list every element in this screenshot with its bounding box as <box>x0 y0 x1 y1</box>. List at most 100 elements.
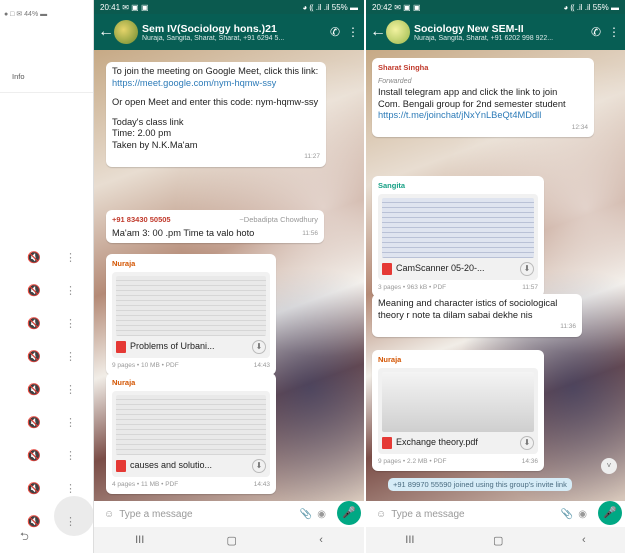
contacts-pane: ● □ ✉ 44% ▬ Info 🔇 ⋮ 🔇 ⋮ 🔇 ⋮ 🔇 ⋮ 🔇 ⋮ 🔇 ⋮ 🔇 ⋮ 🔇 ⋮… <box>0 0 94 553</box>
document-bubble[interactable]: Nuraja causes and solutio... ⬇ 4 pages •… <box>106 373 276 494</box>
document-thumbnail <box>382 197 534 258</box>
menu-icon[interactable]: ⋮ <box>346 25 360 39</box>
nav-recent-icon[interactable]: III <box>135 534 144 546</box>
participant-row[interactable]: 🔇 ⋮ <box>0 444 93 466</box>
menu-icon[interactable]: ⋮ <box>607 25 621 39</box>
message-input[interactable]: Type a message <box>119 509 295 520</box>
camera-icon[interactable]: ◉ <box>578 509 587 520</box>
meet-link[interactable]: https://meet.google.com/nym-hqmw-ssy <box>112 78 320 90</box>
message-bubble[interactable]: To join the meeting on Google Meet, clic… <box>106 62 326 167</box>
group-avatar[interactable] <box>386 20 410 44</box>
back-arrow-icon[interactable]: ← <box>98 23 114 41</box>
document-card[interactable]: causes and solutio... ⬇ <box>112 390 270 477</box>
more-icon[interactable]: ⋮ <box>65 383 76 396</box>
participant-row[interactable]: 🔇 ⋮ <box>0 477 93 499</box>
nav-back-icon[interactable]: ⮌ <box>20 528 29 547</box>
emoji-icon[interactable]: ☺ <box>376 509 386 520</box>
mic-icon[interactable]: 🎤 <box>598 501 622 525</box>
document-meta: 9 pages • 10 MB • PDF <box>112 361 179 369</box>
mic-icon[interactable]: 🎤 <box>337 501 361 525</box>
document-row: Exchange theory.pdf ⬇ <box>382 435 534 450</box>
download-icon[interactable]: ⬇ <box>252 458 266 473</box>
divider <box>0 92 93 93</box>
chat-header: ← Sem IV(Sociology hons.)21 Nuraja, Sang… <box>94 14 364 50</box>
participant-row[interactable]: 🔇 ⋮ <box>0 312 93 334</box>
message-text: Or open Meet and enter this code: nym-hq… <box>112 97 319 107</box>
attach-icon[interactable]: 📎 <box>300 509 312 520</box>
mute-icon: 🔇 <box>27 416 41 429</box>
document-bubble[interactable]: Sangita CamScanner 05-20-... ⬇ 3 pages •… <box>372 176 544 297</box>
document-name: causes and solutio... <box>130 459 213 470</box>
message-time: 11:27 <box>304 153 320 160</box>
message-bubble[interactable]: Sharat Singha Forwarded Install telegram… <box>372 58 594 137</box>
info-label: Info <box>12 72 25 81</box>
message-input-bar[interactable]: ☺ Type a message 📎 ◉ <box>98 503 332 525</box>
message-time: 14:43 <box>253 480 270 488</box>
participant-row[interactable]: 🔇 ⋮ <box>0 378 93 400</box>
status-time: 20:41 ✉ ▣ ▣ <box>100 2 149 12</box>
chat-title: Sociology New SEM-II <box>414 22 524 35</box>
document-meta-row: 4 pages • 11 MB • PDF 14:43 <box>112 479 270 491</box>
more-icon[interactable]: ⋮ <box>65 482 76 495</box>
chat-title-block[interactable]: Sem IV(Sociology hons.)21 Nuraja, Sangit… <box>142 23 324 42</box>
participant-row[interactable]: 🔇 ⋮ <box>0 279 93 301</box>
mute-icon: 🔇 <box>27 383 41 396</box>
message-time: 11:36 <box>560 323 576 330</box>
back-arrow-icon[interactable]: ← <box>370 23 386 41</box>
download-icon[interactable]: ⬇ <box>252 339 266 354</box>
system-nav-bar: III ▢ ‹ <box>94 527 364 553</box>
download-icon[interactable]: ⬇ <box>520 435 534 450</box>
group-avatar[interactable] <box>114 20 138 44</box>
more-icon[interactable]: ⋮ <box>65 416 76 429</box>
more-icon[interactable]: ⋮ <box>65 317 76 330</box>
message-bubble[interactable]: +91 83430 50505 ~Debadipta Chowdhury Ma'a… <box>106 210 324 243</box>
message-input-bar[interactable]: ☺ Type a message 📎 ◉ <box>370 503 593 525</box>
sender-line: +91 83430 50505 ~Debadipta Chowdhury <box>112 214 318 226</box>
nav-recent-icon[interactable]: III <box>405 534 414 546</box>
document-name: Problems of Urbani... <box>130 340 215 351</box>
document-bubble[interactable]: Nuraja Problems of Urbani... ⬇ 9 pages •… <box>106 254 276 375</box>
nav-home-icon[interactable]: ▢ <box>493 534 503 547</box>
call-icon[interactable]: ✆ <box>328 25 342 39</box>
document-card[interactable]: Problems of Urbani... ⬇ <box>112 271 270 358</box>
mute-icon: 🔇 <box>27 251 41 264</box>
participant-row[interactable]: 🔇 ⋮ <box>0 246 93 268</box>
document-meta-row: 9 pages • 10 MB • PDF 14:43 <box>112 360 270 372</box>
more-icon[interactable]: ⋮ <box>65 449 76 462</box>
more-icon[interactable]: ⋮ <box>65 350 76 363</box>
download-icon[interactable]: ⬇ <box>520 261 534 276</box>
attach-icon[interactable]: 📎 <box>561 509 573 520</box>
message-text: Com. Bengali group for 2nd semester stud… <box>378 98 566 109</box>
message-bubble[interactable]: Meaning and character istics of sociolog… <box>372 294 582 337</box>
emoji-icon[interactable]: ☺ <box>104 509 114 520</box>
message-time: 12:34 <box>571 123 588 131</box>
chat-title-block[interactable]: Sociology New SEM-II Nuraja, Sangita, Sh… <box>414 23 585 42</box>
message-time: 14:43 <box>253 361 270 369</box>
message-input[interactable]: Type a message <box>391 509 556 520</box>
more-icon[interactable]: ⋮ <box>65 284 76 297</box>
participant-row[interactable]: 🔇 ⋮ <box>0 411 93 433</box>
nav-back-icon[interactable]: ‹ <box>319 534 323 546</box>
document-bubble[interactable]: Nuraja Exchange theory.pdf ⬇ 9 pages • 2… <box>372 350 544 471</box>
sender-name: Nuraja <box>112 259 136 268</box>
pdf-icon <box>116 340 126 353</box>
document-row: causes and solutio... ⬇ <box>116 458 266 473</box>
document-card[interactable]: Exchange theory.pdf ⬇ <box>378 367 538 454</box>
message-text: Install telegram app and click the link … <box>378 87 558 97</box>
more-icon[interactable]: ⋮ <box>65 251 76 264</box>
scroll-down-icon[interactable]: ˅ <box>601 458 617 474</box>
pdf-icon <box>382 436 392 449</box>
document-meta: 4 pages • 11 MB • PDF <box>112 480 179 488</box>
sender-name: Nuraja <box>112 378 136 387</box>
mute-icon: 🔇 <box>27 449 41 462</box>
camera-icon[interactable]: ◉ <box>317 509 326 520</box>
telegram-link[interactable]: https://t.me/joinchat/jNxYnLBeQt4MDdll <box>378 110 588 122</box>
message-text: Today's class link <box>112 116 184 127</box>
participant-row[interactable]: 🔇 ⋮ <box>0 345 93 367</box>
document-card[interactable]: CamScanner 05-20-... ⬇ <box>378 193 538 280</box>
system-nav-bar: III ▢ ‹ <box>366 527 625 553</box>
document-meta: 3 pages • 963 kB • PDF <box>378 283 447 291</box>
nav-back-icon[interactable]: ‹ <box>582 534 586 546</box>
nav-home-icon[interactable]: ▢ <box>227 534 237 547</box>
call-icon[interactable]: ✆ <box>589 25 603 39</box>
